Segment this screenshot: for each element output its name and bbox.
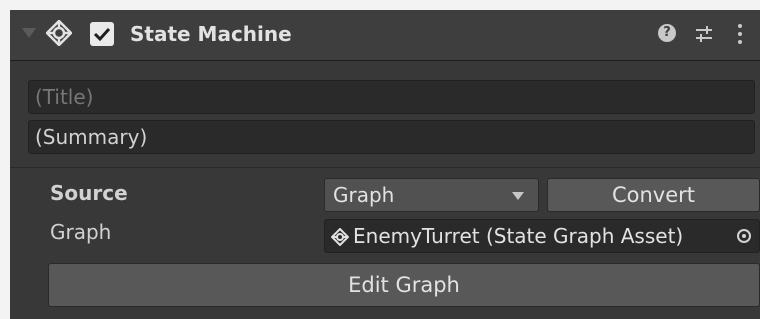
state-graph-asset-icon <box>331 228 349 246</box>
help-icon[interactable]: ? <box>658 24 676 42</box>
preset-icon[interactable] <box>694 24 714 44</box>
object-picker-icon[interactable] <box>737 229 751 243</box>
graph-object-field[interactable]: EnemyTurret (State Graph Asset) <box>324 219 760 253</box>
edit-graph-button[interactable]: Edit Graph <box>48 263 760 307</box>
enabled-checkbox[interactable] <box>90 22 114 46</box>
source-label: Source <box>50 181 128 205</box>
dropdown-arrow-icon <box>512 192 524 200</box>
checkmark-icon <box>93 27 111 42</box>
foldout-arrow-icon[interactable] <box>22 28 36 38</box>
inspector-component-panel: State Machine ? (Title) (Summary) Source… <box>10 10 760 319</box>
source-dropdown[interactable]: Graph <box>324 178 539 212</box>
section-divider <box>10 167 760 168</box>
source-dropdown-value: Graph <box>333 183 395 207</box>
component-header[interactable]: State Machine ? <box>10 10 760 61</box>
graph-asset-name: EnemyTurret (State Graph Asset) <box>353 224 684 248</box>
convert-button[interactable]: Convert <box>547 178 760 212</box>
title-input[interactable]: (Title) <box>28 80 755 114</box>
state-machine-icon <box>46 20 72 46</box>
kebab-menu-icon[interactable] <box>736 23 744 45</box>
component-title: State Machine <box>130 22 292 46</box>
graph-label: Graph <box>50 220 112 244</box>
summary-input[interactable]: (Summary) <box>28 120 755 154</box>
